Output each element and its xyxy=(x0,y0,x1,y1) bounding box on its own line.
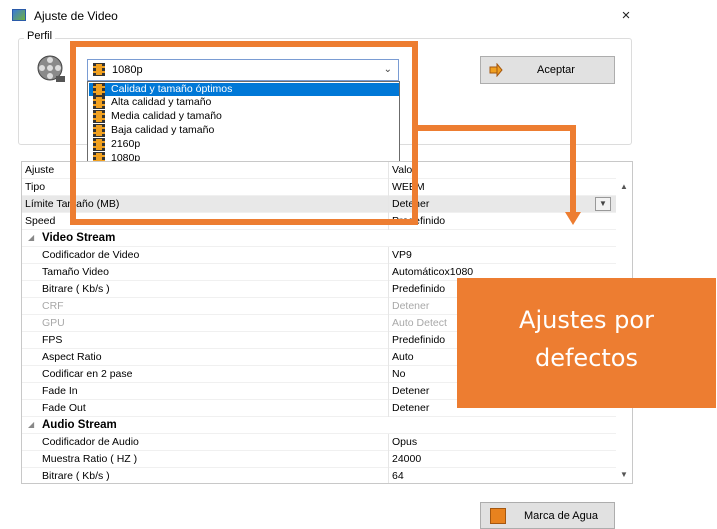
row-name: CRF xyxy=(42,300,64,312)
row-value[interactable]: No xyxy=(392,368,405,380)
row-value: Auto Detect xyxy=(392,317,447,329)
row-value[interactable]: Detener xyxy=(392,402,429,414)
row-value[interactable]: VP9 xyxy=(392,249,412,261)
close-button[interactable]: × xyxy=(614,6,638,26)
grid-header-name: Ajuste xyxy=(25,164,55,176)
row-value: Detener xyxy=(392,300,430,312)
row-name: Aspect Ratio xyxy=(42,351,102,363)
default-settings-callout: Ajustes por defectos xyxy=(457,278,716,408)
collapse-icon[interactable]: ◢ xyxy=(28,420,34,429)
collapse-icon[interactable]: ◢ xyxy=(28,233,34,242)
app-icon xyxy=(12,9,26,21)
accept-button-label: Aceptar xyxy=(537,64,575,76)
accept-button[interactable]: Aceptar xyxy=(480,56,615,84)
row-name: Codificar en 2 pase xyxy=(42,368,133,380)
table-row[interactable]: Codificador de Video VP9 xyxy=(22,247,616,264)
watermark-icon xyxy=(490,508,506,524)
callout-connector xyxy=(418,125,576,131)
callout-line: defectos xyxy=(534,344,638,372)
table-row[interactable]: Muestra Ratio ( HZ ) 24000 xyxy=(22,451,616,468)
row-name: Muestra Ratio ( HZ ) xyxy=(42,453,138,465)
category-video-stream[interactable]: ◢ Video Stream xyxy=(22,230,616,247)
row-value[interactable]: Predefinido xyxy=(392,283,445,295)
title-bar: Ajuste de Video × xyxy=(0,0,717,32)
highlight-box xyxy=(70,41,418,225)
film-reel-icon xyxy=(37,55,65,82)
row-name: Codificador de Video xyxy=(42,249,140,261)
row-name: GPU xyxy=(42,317,65,329)
table-row[interactable]: Bitrare ( Kb/s ) 64 xyxy=(22,468,616,483)
scroll-down-icon[interactable]: ▼ xyxy=(620,470,628,479)
row-name: Bitrare ( Kb/s ) xyxy=(42,470,110,482)
scroll-up-icon[interactable]: ▲ xyxy=(620,182,628,191)
callout-connector xyxy=(570,125,576,215)
watermark-button[interactable]: Marca de Agua xyxy=(480,502,615,529)
row-name: FPS xyxy=(42,334,63,346)
table-row[interactable]: Codificador de Audio Opus xyxy=(22,434,616,451)
row-name: Tamaño Video xyxy=(42,266,109,278)
chevron-down-icon[interactable]: ▼ xyxy=(595,197,611,211)
row-name: Bitrare ( Kb/s ) xyxy=(42,283,110,295)
window-title: Ajuste de Video xyxy=(34,9,118,23)
row-name: Fade Out xyxy=(42,402,86,414)
row-value[interactable]: Detener xyxy=(392,385,429,397)
arrow-right-icon xyxy=(489,63,503,77)
callout-line: Ajustes por xyxy=(519,306,654,334)
row-value[interactable]: Auto xyxy=(392,351,414,363)
category-title: Video Stream xyxy=(42,232,116,244)
row-name: Tipo xyxy=(25,181,46,193)
category-audio-stream[interactable]: ◢ Audio Stream xyxy=(22,417,616,434)
watermark-button-label: Marca de Agua xyxy=(524,510,598,522)
row-value[interactable]: Automáticox1080 xyxy=(392,266,473,278)
category-title: Audio Stream xyxy=(42,419,117,431)
row-name: Fade In xyxy=(42,385,78,397)
row-value[interactable]: 24000 xyxy=(392,453,421,465)
perfil-label: Perfil xyxy=(24,30,56,42)
row-value[interactable]: Opus xyxy=(392,436,417,448)
row-name: Speed xyxy=(25,215,56,227)
arrow-down-icon xyxy=(565,212,581,225)
row-value[interactable]: 64 xyxy=(392,470,404,482)
row-value[interactable]: Predefinido xyxy=(392,334,445,346)
row-name: Codificador de Audio xyxy=(42,436,139,448)
